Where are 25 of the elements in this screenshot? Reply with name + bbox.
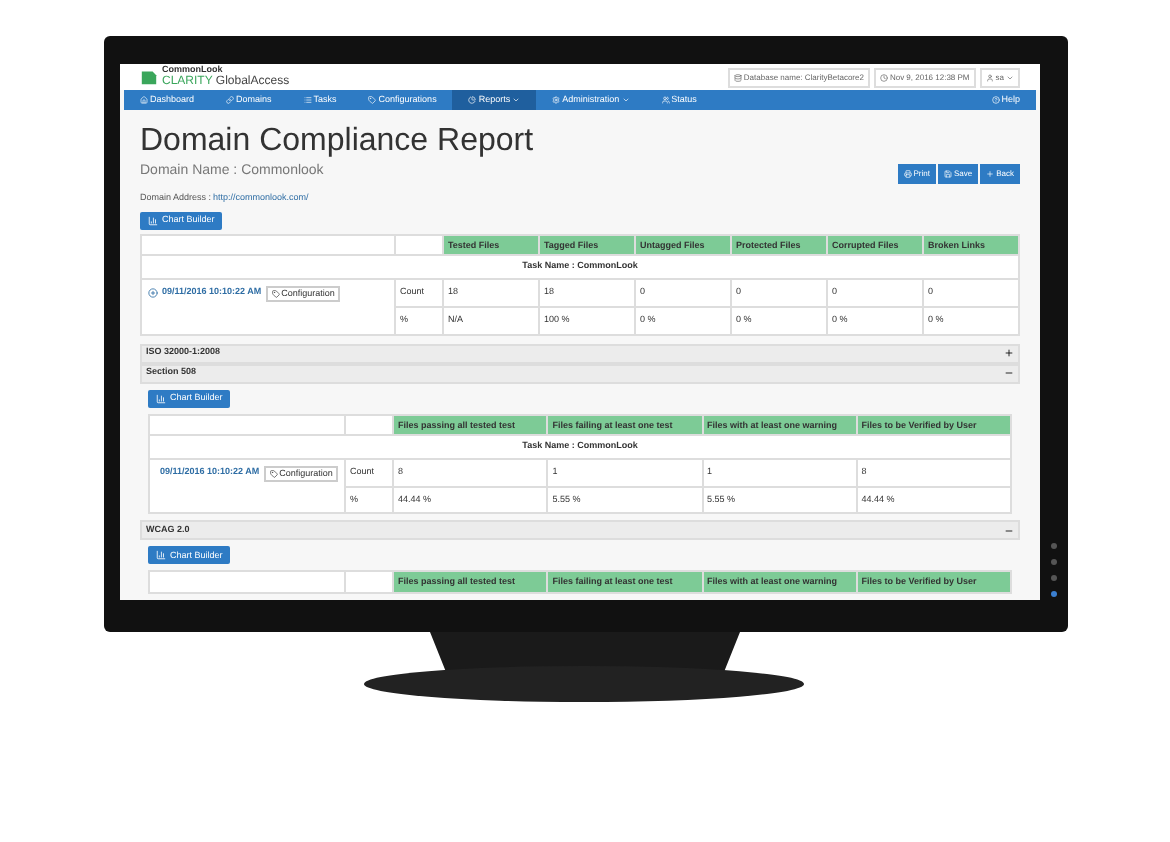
collapse-icon[interactable] xyxy=(1004,525,1014,536)
bar-chart-icon xyxy=(156,393,166,403)
collapse-icon[interactable] xyxy=(1004,368,1014,378)
indicator-lights-drawing xyxy=(1048,540,1060,600)
expand-icon[interactable] xyxy=(1004,348,1014,358)
bar-chart-icon xyxy=(148,215,158,226)
bar-chart-icon xyxy=(156,550,166,561)
list-icon xyxy=(303,96,312,105)
gear-icon xyxy=(552,96,561,105)
help-icon xyxy=(991,96,1000,105)
link-icon xyxy=(226,96,235,105)
logo-icon xyxy=(140,68,158,87)
plus-icon xyxy=(986,169,995,178)
tag-icon xyxy=(269,469,278,478)
users-icon xyxy=(661,96,670,105)
printer-icon xyxy=(903,169,912,178)
clock-icon xyxy=(879,73,888,82)
tag-icon xyxy=(368,96,377,105)
database-icon xyxy=(733,73,742,82)
user-icon xyxy=(985,73,994,82)
save-icon xyxy=(943,169,952,178)
home-icon xyxy=(140,96,148,105)
pie-chart-icon xyxy=(468,96,477,105)
tag-icon xyxy=(271,289,280,298)
page-title: Domain Compliance Report xyxy=(140,122,536,163)
